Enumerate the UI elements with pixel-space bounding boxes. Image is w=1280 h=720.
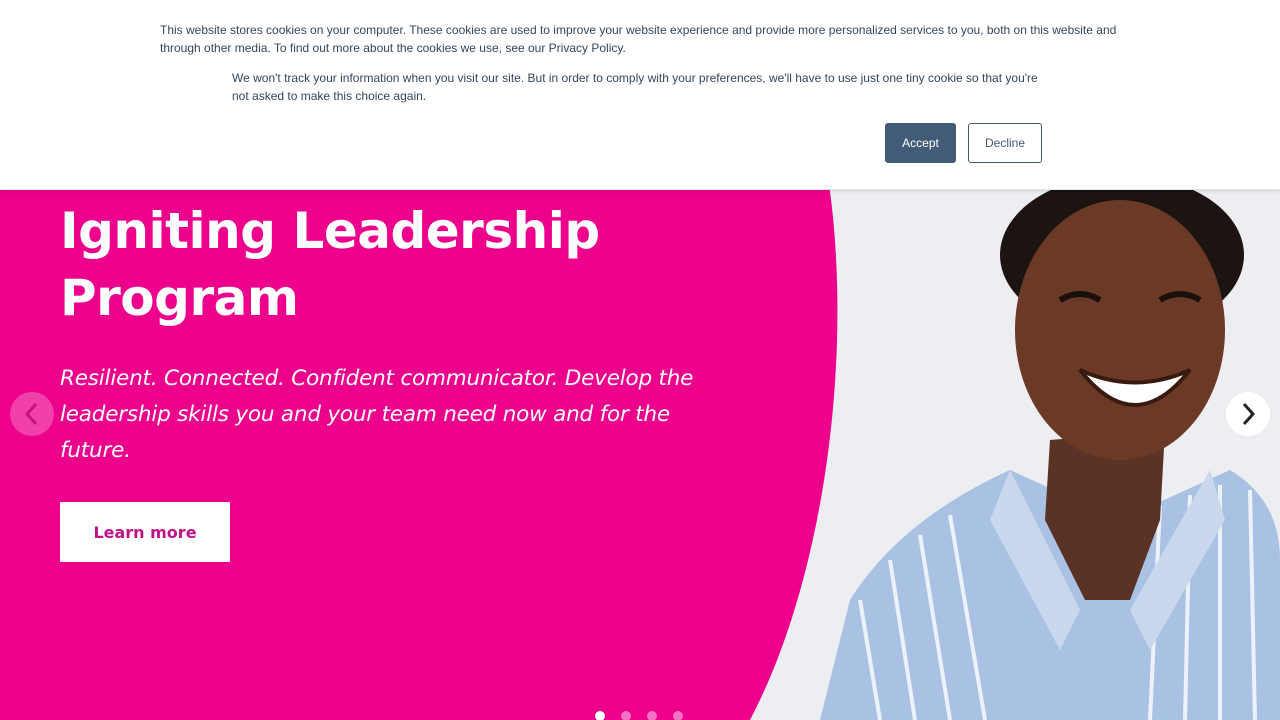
carousel-dot-4[interactable] xyxy=(673,711,683,720)
learn-more-button[interactable]: Learn more xyxy=(60,502,230,562)
carousel-dot-1[interactable] xyxy=(595,711,605,720)
decline-cookies-button[interactable]: Decline xyxy=(968,123,1042,163)
accept-cookies-button[interactable]: Accept xyxy=(885,123,956,163)
chevron-right-icon xyxy=(1242,402,1256,426)
cookie-banner: This website stores cookies on your comp… xyxy=(0,0,1280,190)
hero-title: Igniting Leadership Program xyxy=(60,202,600,327)
carousel-prev-button[interactable] xyxy=(10,392,54,436)
hero-subtitle: Resilient. Connected. Confident communic… xyxy=(60,366,694,463)
cookie-message: This website stores cookies on your comp… xyxy=(160,23,1117,55)
carousel-dot-3[interactable] xyxy=(647,711,657,720)
chevron-left-icon xyxy=(24,402,38,426)
cookie-preference-note: We won't track your information when you… xyxy=(232,71,1038,103)
carousel-dots xyxy=(595,711,683,720)
carousel-next-button[interactable] xyxy=(1226,392,1270,436)
carousel-dot-2[interactable] xyxy=(621,711,631,720)
